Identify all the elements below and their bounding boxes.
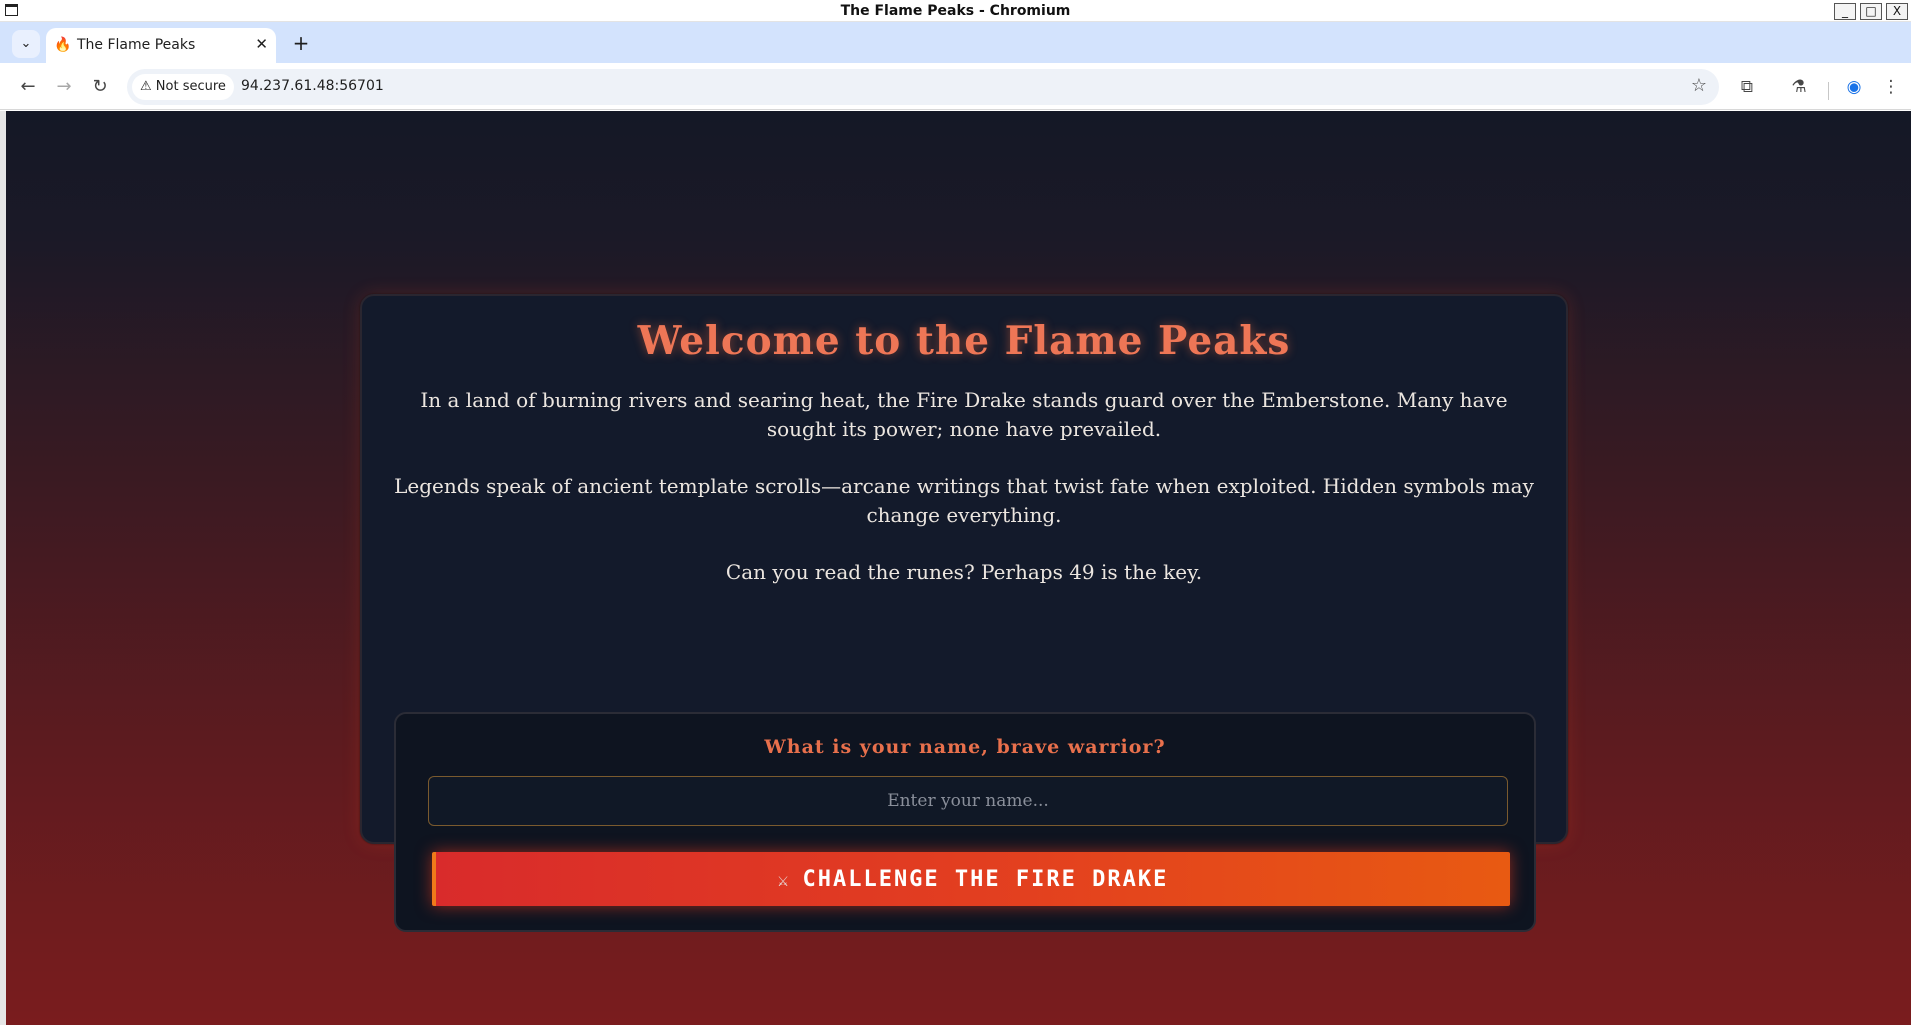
tab-close-icon[interactable]: ✕ — [255, 35, 268, 53]
new-tab-button[interactable]: + — [287, 30, 315, 58]
address-bar[interactable]: ⚠ Not secure 94.237.61.48:56701 ☆ — [127, 69, 1719, 105]
name-input[interactable] — [428, 776, 1508, 826]
more-menu-icon[interactable]: ⋮ — [1877, 73, 1905, 101]
tab-search-button[interactable]: ⌄ — [12, 30, 40, 58]
profile-icon[interactable]: ◉ — [1840, 73, 1868, 101]
browser-toolbar: ← → ↻ ⚠ Not secure 94.237.61.48:56701 ☆ … — [0, 63, 1911, 110]
challenge-button[interactable]: ⚔ CHALLENGE THE FIRE DRAKE — [432, 852, 1510, 906]
labs-flask-icon[interactable]: ⚗ — [1785, 73, 1813, 101]
tab-the-flame-peaks[interactable]: 🔥 The Flame Peaks ✕ — [46, 28, 276, 63]
minimize-button[interactable]: _ — [1834, 3, 1856, 20]
window-title: The Flame Peaks - Chromium — [840, 3, 1071, 19]
chevron-down-icon: ⌄ — [20, 36, 32, 51]
toolbar-divider — [1828, 82, 1829, 100]
challenge-form: What is your name, brave warrior? ⚔ CHALL… — [394, 712, 1536, 932]
hint-paragraph: Can you read the runes? Perhaps 49 is th… — [725, 560, 1203, 584]
intro-paragraph: In a land of burning rivers and searing … — [420, 388, 1508, 441]
challenge-button-label: CHALLENGE THE FIRE DRAKE — [802, 866, 1169, 892]
close-window-button[interactable]: X — [1886, 3, 1908, 20]
extensions-icon[interactable]: ⧉ — [1733, 73, 1761, 101]
welcome-card: Welcome to the Flame Peaks In a land of … — [360, 294, 1568, 932]
window-titlebar: The Flame Peaks - Chromium _ □ X — [0, 0, 1911, 22]
maximize-button[interactable]: □ — [1860, 3, 1882, 20]
back-arrow-icon[interactable]: ← — [14, 73, 42, 101]
tab-strip: ⌄ 🔥 The Flame Peaks ✕ + — [0, 22, 1911, 63]
forward-arrow-icon[interactable]: → — [50, 73, 78, 101]
reload-icon[interactable]: ↻ — [86, 73, 114, 101]
not-secure-chip[interactable]: ⚠ Not secure — [132, 74, 234, 100]
crossed-swords-icon: ⚔ — [777, 869, 791, 891]
tab-title: The Flame Peaks — [77, 37, 196, 53]
name-prompt: What is your name, brave warrior? — [764, 736, 1166, 758]
url-text[interactable]: 94.237.61.48:56701 — [241, 78, 384, 94]
page-viewport: Welcome to the Flame Peaks In a land of … — [6, 111, 1911, 1025]
flame-favicon-icon: 🔥 — [54, 37, 72, 53]
bookmark-star-icon[interactable]: ☆ — [1691, 75, 1707, 96]
legend-paragraph: Legends speak of ancient template scroll… — [394, 474, 1534, 527]
page-title: Welcome to the Flame Peaks — [637, 318, 1291, 364]
